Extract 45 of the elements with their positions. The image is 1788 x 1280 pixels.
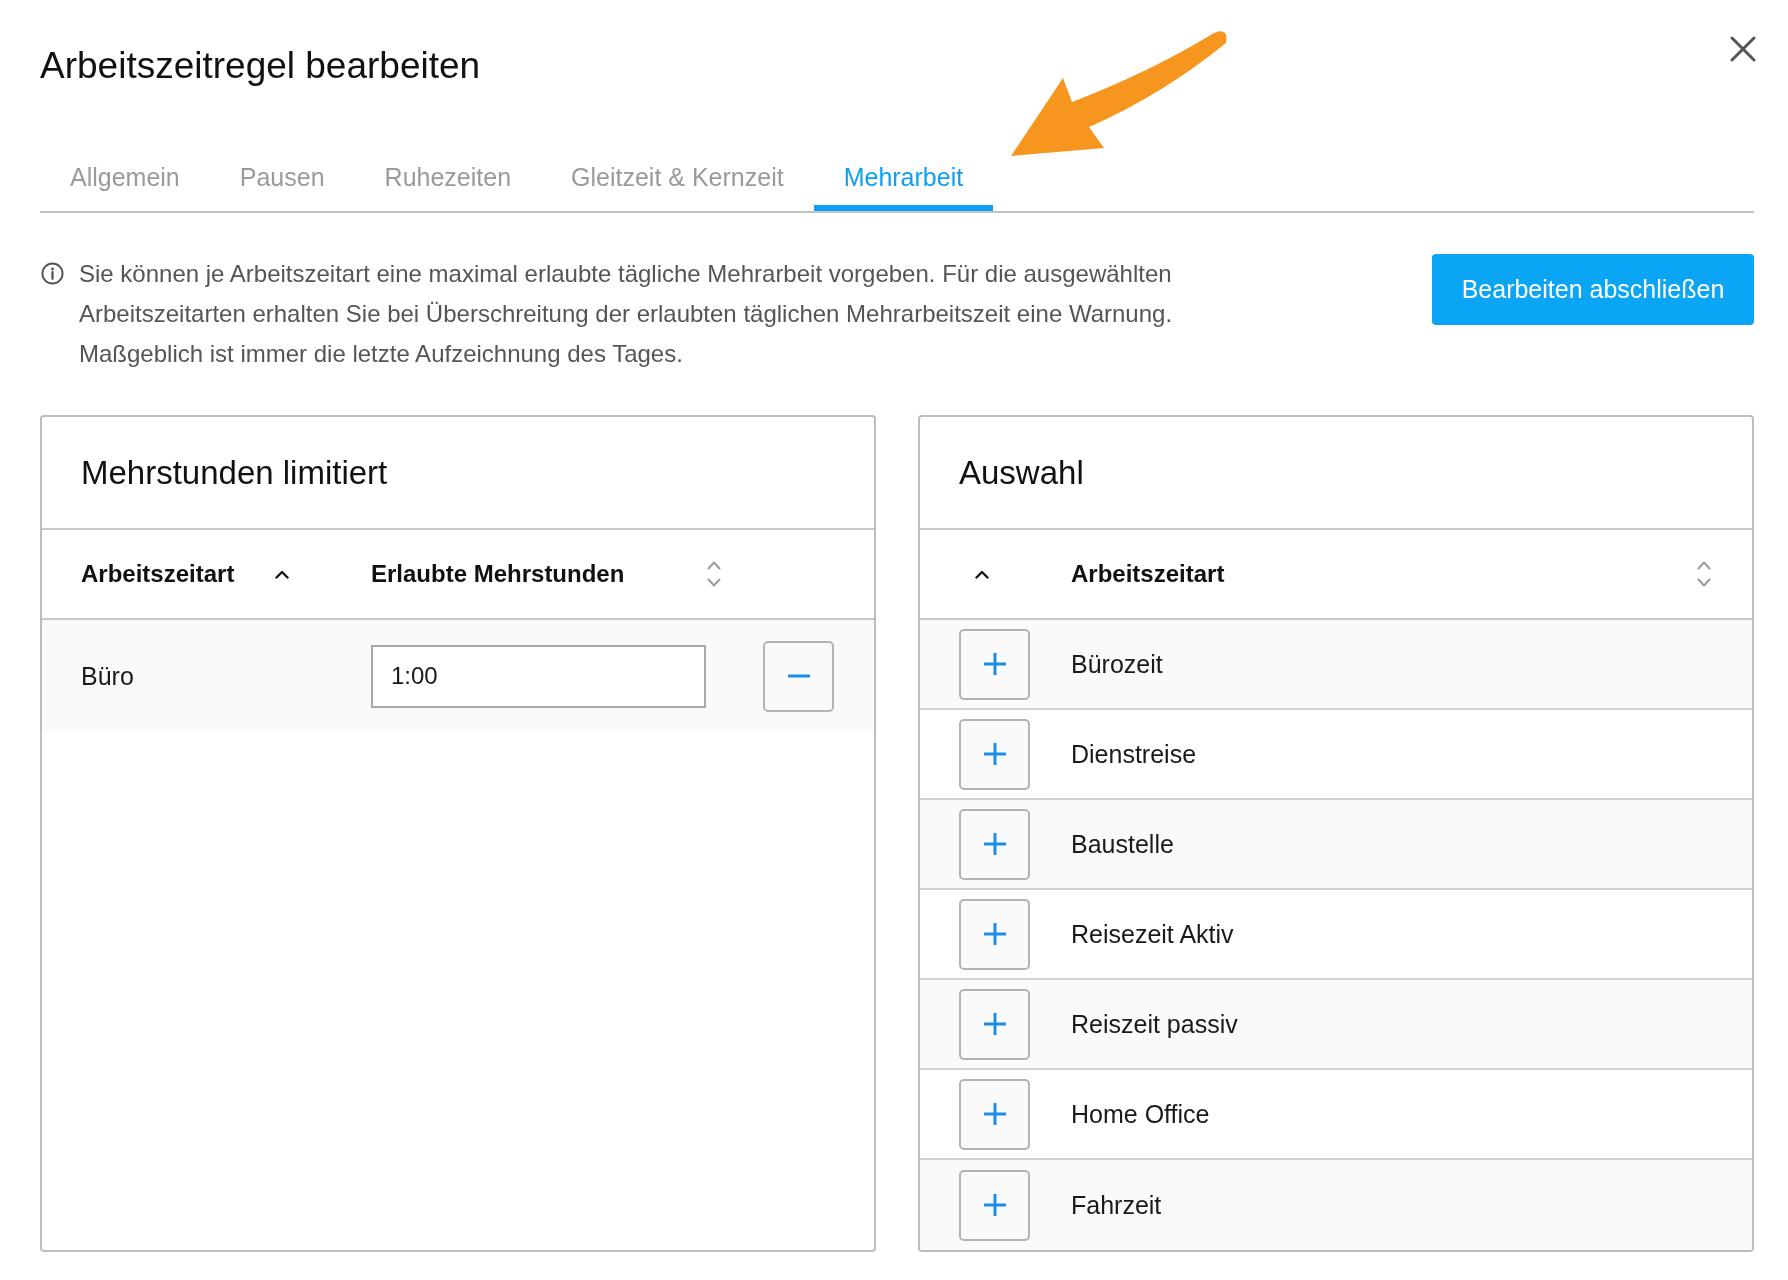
plus-icon — [983, 833, 1006, 855]
work-type-label: Baustelle — [1071, 829, 1174, 859]
work-type-label: Dienstreise — [1071, 739, 1197, 769]
tab[interactable]: Allgemein — [40, 140, 210, 211]
panel-title: Mehrstunden limitiert — [81, 452, 388, 493]
add-button[interactable] — [959, 1078, 1030, 1150]
chevron-up-icon[interactable] — [275, 569, 289, 579]
add-button[interactable] — [959, 718, 1030, 790]
add-button[interactable] — [959, 898, 1030, 970]
finish-editing-button[interactable]: Bearbeiten abschließen — [1432, 254, 1754, 325]
close-button[interactable] — [1730, 36, 1756, 62]
plus-icon — [983, 923, 1006, 945]
up-down-chevron-icon[interactable] — [1697, 560, 1711, 588]
plus-icon — [983, 743, 1006, 765]
dialog-title: Arbeitszeitregel bearbeiten — [40, 44, 481, 88]
add-button[interactable] — [959, 988, 1030, 1060]
tab[interactable]: Pausen — [209, 140, 355, 211]
work-type-label: Büro — [81, 661, 134, 691]
add-button[interactable] — [959, 808, 1030, 880]
info-text: Sie können je Arbeitszeitart eine maximal erlaubte tägliche Mehrarbeit vorgeben. Für die ausgewählten Arbeitszeitarten erhalten Sie bei Überschreitung der erlaubten täglichen Mehrarbeitszeit eine Warnung. Maßgeblich ist immer die letzte Aufzeichnung des Tages. — [79, 259, 1174, 369]
close-icon — [1730, 36, 1756, 62]
tab[interactable]: Ruhezeiten — [354, 140, 542, 211]
plus-icon — [983, 1103, 1006, 1125]
work-type-label: Home Office — [1071, 1099, 1210, 1129]
hours-input[interactable]: 1:00 — [371, 644, 706, 708]
tab[interactable]: Gleitzeit & Kernzeit — [541, 140, 814, 211]
panel-title: Auswahl — [959, 452, 1084, 493]
column-header: Erlaubte Mehrstunden — [371, 560, 625, 588]
minus-icon — [787, 674, 810, 678]
work-type-label: Reiszeit passiv — [1071, 1009, 1238, 1039]
plus-icon — [983, 653, 1006, 675]
chevron-up-icon[interactable] — [975, 569, 989, 579]
remove-button[interactable] — [763, 640, 834, 712]
tab[interactable]: Mehrarbeit — [813, 140, 994, 211]
column-header: Arbeitszeitart — [81, 560, 235, 588]
add-button[interactable] — [959, 1169, 1030, 1241]
add-button[interactable] — [959, 628, 1030, 700]
work-type-label: Bürozeit — [1071, 649, 1163, 679]
plus-icon — [983, 1194, 1006, 1216]
up-down-chevron-icon[interactable] — [707, 560, 721, 588]
plus-icon — [983, 1013, 1006, 1035]
column-header: Arbeitszeitart — [1071, 560, 1225, 588]
work-type-label: Reisezeit Aktiv — [1071, 919, 1234, 949]
work-type-label: Fahrzeit — [1071, 1190, 1162, 1220]
info-icon — [41, 262, 64, 285]
